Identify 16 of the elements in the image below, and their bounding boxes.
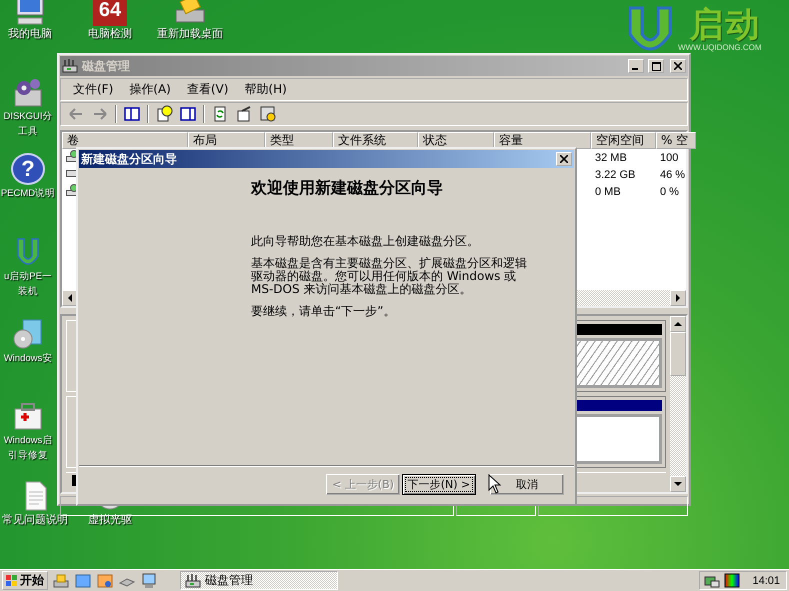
wizard-text: 此向导帮助您在基本磁盘上创建磁盘分区。 <box>251 235 480 248</box>
table-cell-text: 32 MB <box>594 152 628 164</box>
table-cell-text: 100 <box>659 152 680 164</box>
logo-wordmark: 启动 <box>690 6 762 42</box>
table-cell-text: 0 % <box>659 186 680 198</box>
wizard-text: 基本磁盘是含有主要磁盘分区、扩展磁盘分区和逻辑驱动器的磁盘。您可以用任何版本的 Windows 或 MS-DOS 来访问基本磁盘上的磁盘分区。 <box>251 257 528 296</box>
counter-icon: 64 <box>93 0 127 26</box>
logo-url: WWW.UQIDONG.COM <box>678 42 762 52</box>
table-cell-text: 46 % <box>659 168 686 180</box>
dialog-title: 新建磁盘分区向导 <box>81 150 177 168</box>
wizard-heading: 欢迎使用新建磁盘分区向导 <box>251 178 444 199</box>
window-title: 磁盘管理 <box>82 58 130 74</box>
table-cell-text: 3.22 GB <box>594 168 636 180</box>
wizard-text: 要继续，请单击“下一步”。 <box>251 305 396 318</box>
table-cell-text: 0 MB <box>594 186 622 198</box>
help-icon: ? <box>11 153 45 185</box>
